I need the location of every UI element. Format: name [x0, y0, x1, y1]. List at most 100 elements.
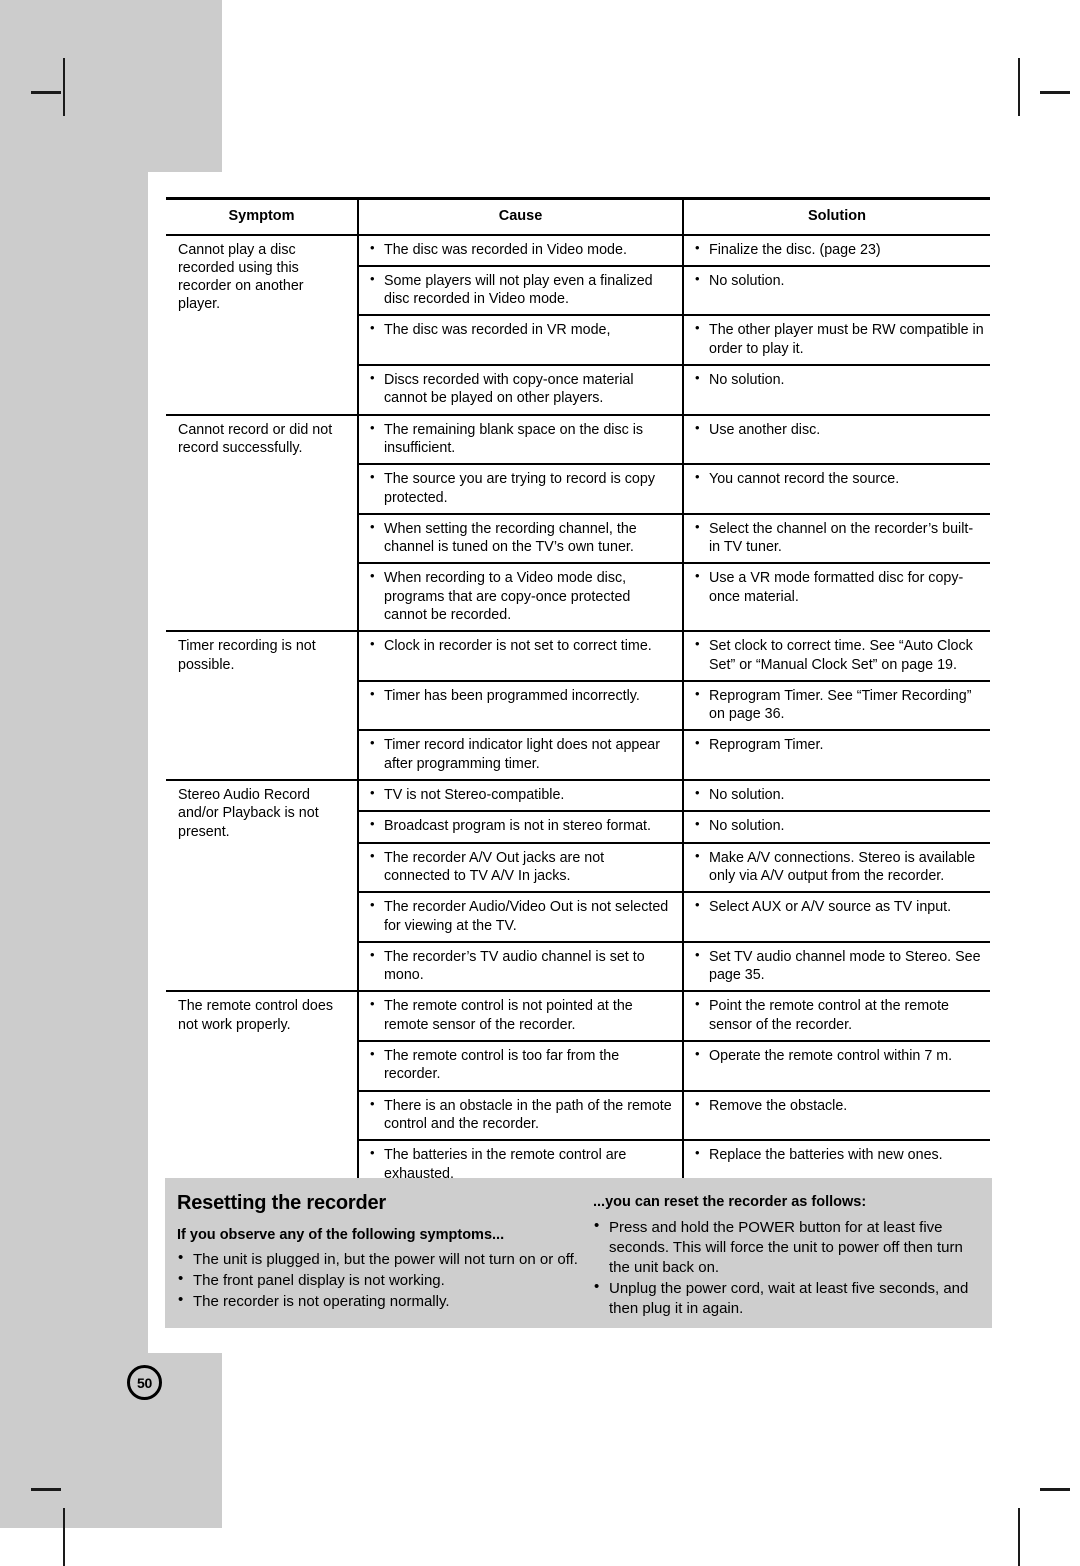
crop-mark-top-right-vertical: [1018, 58, 1020, 116]
cell-symptom: The remote control does not work properl…: [166, 990, 359, 1192]
bullet-item: The disc was recorded in Video mode.: [369, 240, 672, 259]
cell-cause: The remote control is too far from the r…: [358, 1041, 684, 1092]
cell-symptom: Stereo Audio Record and/or Playback is n…: [166, 779, 359, 992]
bullet-item: Point the remote control at the remote s…: [694, 996, 984, 1034]
table-body: Cannot play a disc recorded using this r…: [166, 234, 990, 1192]
crop-mark-bottom-right-horizontal: [1040, 1488, 1070, 1491]
bullet-item: No solution.: [694, 271, 984, 290]
bullet-item: The remote control is not pointed at the…: [369, 996, 672, 1034]
cell-cause: There is an obstacle in the path of the …: [358, 1090, 684, 1142]
bullet-item: Use a VR mode formatted disc for copy-on…: [694, 568, 984, 606]
table-row: The remote control does not work properl…: [166, 990, 990, 1192]
bullet-item: The recorder’s TV audio channel is set t…: [369, 947, 672, 985]
cell-cause: TV is not Stereo-compatible.: [358, 779, 684, 813]
table-row: Timer recording is not possible. Clock in…: [166, 630, 990, 781]
cell-cause: Broadcast program is not in stereo forma…: [358, 811, 684, 844]
cell-symptom: Cannot play a disc recorded using this r…: [166, 234, 359, 415]
gray-margin-band-foot: [0, 1353, 222, 1528]
cell-solution: Use another disc.: [683, 413, 990, 466]
cell-solution: You cannot record the source.: [683, 464, 990, 515]
cell-cause: When recording to a Video mode disc, pro…: [358, 563, 684, 633]
cell-solution: Reprogram Timer.: [683, 730, 990, 782]
bullet-item: Finalize the disc. (page 23): [694, 240, 984, 259]
crop-mark-bottom-left-horizontal: [31, 1488, 61, 1491]
bullet-item: TV is not Stereo-compatible.: [369, 785, 672, 804]
bullet-item: The source you are trying to record is c…: [369, 469, 672, 507]
cell-solution: The other player must be RW compatible i…: [683, 315, 990, 367]
cell-symptom: Timer recording is not possible.: [166, 630, 359, 781]
cell-solution: No solution.: [683, 811, 990, 844]
cell-cause: The recorder Audio/Video Out is not sele…: [358, 892, 684, 943]
cell-cause: The disc was recorded in VR mode,: [358, 315, 684, 367]
column-header-cause: Cause: [358, 196, 684, 236]
bullet-item: Reprogram Timer.: [694, 735, 984, 754]
cell-solution: Select AUX or A/V source as TV input.: [683, 892, 990, 943]
cell-cause: Some players will not play even a finali…: [358, 265, 684, 317]
gray-margin-band-top: [0, 0, 222, 172]
page-number-label: 50: [137, 1374, 152, 1391]
cell-cause: The source you are trying to record is c…: [358, 464, 684, 515]
troubleshooting-table: Symptom Cause Solution Cannot play a dis…: [166, 196, 990, 1192]
cell-cause: The recorder A/V Out jacks are not conne…: [358, 842, 684, 894]
cell-cause: Timer has been programmed incorrectly.: [358, 680, 684, 732]
table-header-row: Symptom Cause Solution: [166, 196, 990, 236]
cell-solution: Finalize the disc. (page 23): [683, 234, 990, 267]
bullet-item: The other player must be RW compatible i…: [694, 320, 984, 358]
cell-solution: Set clock to correct time. See “Auto Clo…: [683, 630, 990, 682]
cell-solution: Remove the obstacle.: [683, 1090, 990, 1142]
resetting-the-recorder-panel: Resetting the recorder If you observe an…: [165, 1178, 992, 1328]
crop-mark-top-right-horizontal: [1040, 91, 1070, 94]
bullet-item: No solution.: [694, 816, 984, 835]
cell-solution: Set TV audio channel mode to Stereo. See…: [683, 941, 990, 993]
bullet-item: When recording to a Video mode disc, pro…: [369, 568, 672, 624]
cell-solution: No solution.: [683, 365, 990, 416]
bullet-item: Set clock to correct time. See “Auto Clo…: [694, 636, 984, 674]
cell-solution: Select the channel on the recorder’s bui…: [683, 513, 990, 565]
reset-symptom-item: The recorder is not operating normally.: [177, 1290, 583, 1312]
bullet-item: You cannot record the source.: [694, 469, 984, 488]
bullet-item: Broadcast program is not in stereo forma…: [369, 816, 672, 835]
cell-solution: No solution.: [683, 265, 990, 317]
cell-cause: When setting the recording channel, the …: [358, 513, 684, 565]
bullet-item: When setting the recording channel, the …: [369, 519, 672, 557]
cell-cause: The disc was recorded in Video mode.: [358, 234, 684, 267]
reset-symptom-item: The unit is plugged in, but the power wi…: [177, 1248, 583, 1270]
reset-symptom-item: The front panel display is not working.: [177, 1269, 583, 1291]
reset-step-item: Press and hold the POWER button for at l…: [593, 1216, 976, 1278]
crop-mark-bottom-left-vertical: [63, 1508, 65, 1566]
bullet-item: Reprogram Timer. See “Timer Recording” o…: [694, 686, 984, 724]
bullet-item: Select AUX or A/V source as TV input.: [694, 897, 984, 916]
reset-step-item: Unplug the power cord, wait at least fiv…: [593, 1277, 976, 1319]
cell-cause: Timer record indicator light does not ap…: [358, 730, 684, 782]
cell-solution: No solution.: [683, 779, 990, 813]
table-row: Cannot play a disc recorded using this r…: [166, 234, 990, 415]
bullet-item: Use another disc.: [694, 420, 984, 439]
bullet-item: Discs recorded with copy-once material c…: [369, 370, 672, 408]
cell-solution: Reprogram Timer. See “Timer Recording” o…: [683, 680, 990, 732]
cell-cause: The remote control is not pointed at the…: [358, 990, 684, 1043]
reset-steps-column: ...you can reset the recorder as follows…: [593, 1178, 992, 1328]
bullet-item: The recorder Audio/Video Out is not sele…: [369, 897, 672, 935]
bullet-item: Timer record indicator light does not ap…: [369, 735, 672, 773]
bullet-item: Clock in recorder is not set to correct …: [369, 636, 672, 655]
cell-cause: Discs recorded with copy-once material c…: [358, 365, 684, 416]
bullet-item: The remaining blank space on the disc is…: [369, 420, 672, 458]
bullet-item: Set TV audio channel mode to Stereo. See…: [694, 947, 984, 985]
reset-section-title: Resetting the recorder: [177, 1192, 386, 1214]
page-number-badge: 50: [127, 1365, 162, 1400]
reset-steps-subtitle: ...you can reset the recorder as follows…: [593, 1194, 867, 1210]
cell-cause: The recorder’s TV audio channel is set t…: [358, 941, 684, 993]
bullet-item: Operate the remote control within 7 m.: [694, 1046, 984, 1065]
crop-mark-top-left-vertical: [63, 58, 65, 116]
reset-steps-list: Press and hold the POWER button for at l…: [593, 1216, 976, 1319]
reset-symptoms-list: The unit is plugged in, but the power wi…: [177, 1248, 583, 1312]
bullet-item: There is an obstacle in the path of the …: [369, 1096, 672, 1134]
cell-solution: Operate the remote control within 7 m.: [683, 1041, 990, 1092]
bullet-item: Replace the batteries with new ones.: [694, 1145, 984, 1164]
table-row: Stereo Audio Record and/or Playback is n…: [166, 779, 990, 992]
bullet-item: The disc was recorded in VR mode,: [369, 320, 672, 339]
bullet-item: The recorder A/V Out jacks are not conne…: [369, 848, 672, 886]
bullet-item: Select the channel on the recorder’s bui…: [694, 519, 984, 557]
column-header-symptom: Symptom: [166, 196, 359, 236]
gray-margin-band-side: [0, 172, 148, 1528]
